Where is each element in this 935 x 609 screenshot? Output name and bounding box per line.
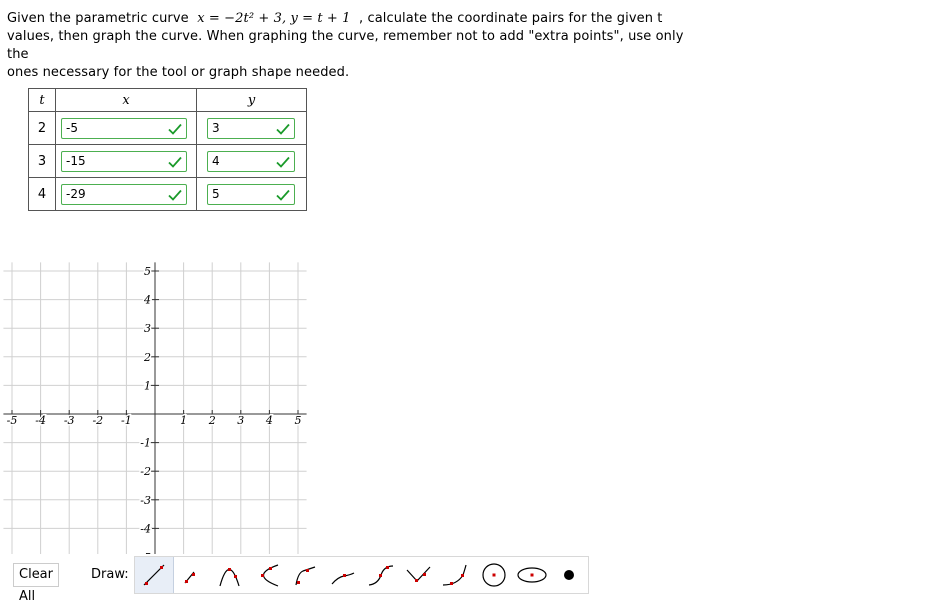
y-cell: 3 (196, 111, 307, 145)
cube-root-tool[interactable] (324, 557, 362, 593)
x-input[interactable]: -29 (61, 184, 187, 205)
x-tick-label: 2 (208, 414, 216, 427)
checkmark-icon (276, 189, 290, 201)
point-tool[interactable] (550, 557, 588, 593)
sqrt-tool[interactable] (287, 557, 325, 593)
equation-y-rhs: = t + 1 (302, 11, 351, 26)
y-tick-label: 4 (143, 294, 151, 307)
t-value: 4 (28, 177, 56, 211)
point-icon (564, 570, 575, 580)
question-line3: ones necessary for the tool or graph sha… (7, 65, 350, 80)
x-tick-label: -1 (121, 414, 132, 427)
y-tick-label: 1 (144, 379, 151, 392)
checkmark-icon (168, 156, 182, 168)
y-input-value: 5 (212, 187, 220, 201)
draw-tools (134, 556, 589, 594)
parabola-left-tool[interactable] (249, 557, 287, 593)
y-tick-label: 3 (144, 322, 151, 335)
equation-y-lhs: y (290, 11, 298, 26)
checkmark-icon (276, 123, 290, 135)
draw-label: Draw: (91, 567, 129, 582)
ellipse-tool[interactable] (513, 557, 551, 593)
y-input[interactable]: 5 (207, 184, 295, 205)
header-y: y (196, 88, 307, 112)
t-value: 2 (28, 111, 56, 145)
x-tick-label: 3 (237, 414, 244, 427)
y-input[interactable]: 4 (207, 151, 295, 172)
x-input-value: -15 (66, 154, 86, 168)
table-row: 2 -5 3 (28, 111, 307, 145)
cubic-tool[interactable] (362, 557, 400, 593)
exponential-icon (443, 564, 467, 586)
y-tick-label: -3 (140, 494, 151, 507)
y-tick-label: -2 (140, 465, 151, 478)
y-cell: 5 (196, 177, 307, 211)
ellipse-icon (517, 567, 547, 583)
x-tick-label: 1 (180, 414, 187, 427)
absolute-value-icon (406, 566, 431, 582)
x-input[interactable]: -5 (61, 118, 187, 139)
x-tick-label: -2 (92, 414, 103, 427)
question-line1-suffix: , calculate the coordinate pairs for the… (358, 11, 663, 26)
x-tick-label: 4 (265, 414, 273, 427)
x-cell: -5 (55, 111, 197, 145)
x-cell: -29 (55, 177, 197, 211)
y-input-value: 4 (212, 154, 220, 168)
ray-icon (184, 571, 195, 584)
y-input[interactable]: 3 (207, 118, 295, 139)
checkmark-icon (168, 123, 182, 135)
x-tick-label: -5 (7, 414, 18, 427)
ray-tool[interactable] (174, 557, 212, 593)
y-tick-label: -4 (140, 522, 151, 535)
cubic-icon (368, 565, 394, 586)
x-cell: -15 (55, 144, 197, 178)
absolute-value-tool[interactable] (400, 557, 438, 593)
y-tick-label: 2 (143, 351, 151, 364)
x-tick-label: 5 (295, 414, 302, 427)
coordinate-graph[interactable]: -5 -4 -3 -2 -1 1 2 3 4 5 5 4 3 2 1 -1 -2 -3 -4 -5 (0, 240, 315, 554)
x-tick-label: -3 (64, 414, 75, 427)
coordinate-table: t x y 2 -5 3 3 -15 4 4 -29 5 (28, 88, 307, 211)
line-segment-tool[interactable] (135, 557, 174, 593)
line-segment-icon (143, 564, 165, 586)
y-tick-label: -5 (140, 551, 151, 554)
y-input-value: 3 (212, 121, 220, 135)
parabola-left-icon (261, 564, 279, 587)
sqrt-icon (295, 566, 315, 586)
circle-tool[interactable] (475, 557, 513, 593)
checkmark-icon (276, 156, 290, 168)
header-t: t (28, 88, 56, 112)
clear-all-button[interactable]: Clear All (13, 563, 59, 604)
checkmark-icon (168, 189, 182, 201)
header-x: x (55, 88, 197, 112)
table-row: 3 -15 4 (28, 144, 307, 178)
x-input-value: -5 (66, 121, 78, 135)
parabola-up-icon (219, 568, 240, 587)
table-row: 4 -29 5 (28, 177, 307, 211)
parabola-up-tool[interactable] (211, 557, 249, 593)
x-tick-label: -4 (35, 414, 46, 427)
question-text: Given the parametric curve x = −2t² + 3,… (7, 10, 707, 82)
exponential-tool[interactable] (437, 557, 475, 593)
y-cell: 4 (196, 144, 307, 178)
x-input-value: -29 (66, 187, 86, 201)
question-line2: values, then graph the curve. When graph… (7, 29, 684, 62)
y-tick-label: -1 (140, 437, 151, 450)
circle-icon (482, 563, 506, 587)
equation-x-lhs: x (197, 11, 205, 26)
equation-x-rhs: = −2t² + 3, (208, 11, 287, 26)
question-prefix: Given the parametric curve (7, 11, 189, 26)
x-input[interactable]: -15 (61, 151, 187, 172)
t-value: 3 (28, 144, 56, 178)
y-tick-label: 5 (144, 265, 151, 278)
cube-root-icon (331, 572, 355, 585)
